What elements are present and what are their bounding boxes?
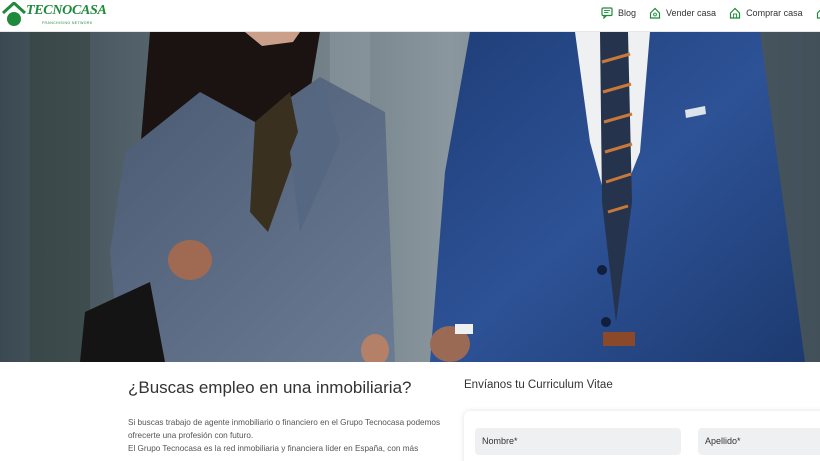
nav-hipotecas[interactable]: H	[816, 7, 820, 19]
cv-form: Nombre* Apellido*	[464, 411, 820, 461]
nav-vender-casa[interactable]: Vender casa	[649, 7, 716, 19]
house-buy-icon	[729, 7, 741, 19]
chat-icon	[601, 7, 613, 19]
main-nav: Blog Vender casa Comprar casa H	[601, 7, 820, 19]
page-title: ¿Buscas empleo en una inmobiliaria?	[128, 378, 412, 397]
intro-text: Si buscas trabajo de agente inmobiliario…	[128, 416, 443, 455]
nombre-field[interactable]: Nombre*	[475, 428, 681, 455]
intro-paragraph-1: Si buscas trabajo de agente inmobiliario…	[128, 418, 441, 440]
nav-comprar-casa[interactable]: Comprar casa	[729, 7, 803, 19]
site-header: TECNOCASA FRANCHISING NETWORK Blog Vende…	[0, 0, 820, 32]
house-sell-icon	[649, 7, 661, 19]
nav-blog[interactable]: Blog	[601, 7, 636, 19]
nav-vender-casa-label: Vender casa	[666, 8, 717, 18]
content-section: ¿Buscas empleo en una inmobiliaria? Si b…	[0, 362, 820, 461]
nav-comprar-casa-label: Comprar casa	[746, 8, 803, 18]
logo-house-icon	[2, 2, 26, 26]
hero-image	[0, 32, 820, 362]
house-icon	[816, 9, 820, 19]
cv-form-title: Envíanos tu Curriculum Vitae	[464, 379, 613, 391]
brand-tagline: FRANCHISING NETWORK	[42, 21, 93, 25]
apellido-field[interactable]: Apellido*	[698, 428, 820, 455]
brand-name: TECNOCASA	[26, 3, 107, 18]
nav-blog-label: Blog	[618, 8, 637, 18]
intro-paragraph-2: El Grupo Tecnocasa es la red inmobiliari…	[128, 444, 419, 453]
business-people-photo	[0, 32, 820, 362]
brand-logo[interactable]: TECNOCASA FRANCHISING NETWORK	[2, 2, 107, 28]
